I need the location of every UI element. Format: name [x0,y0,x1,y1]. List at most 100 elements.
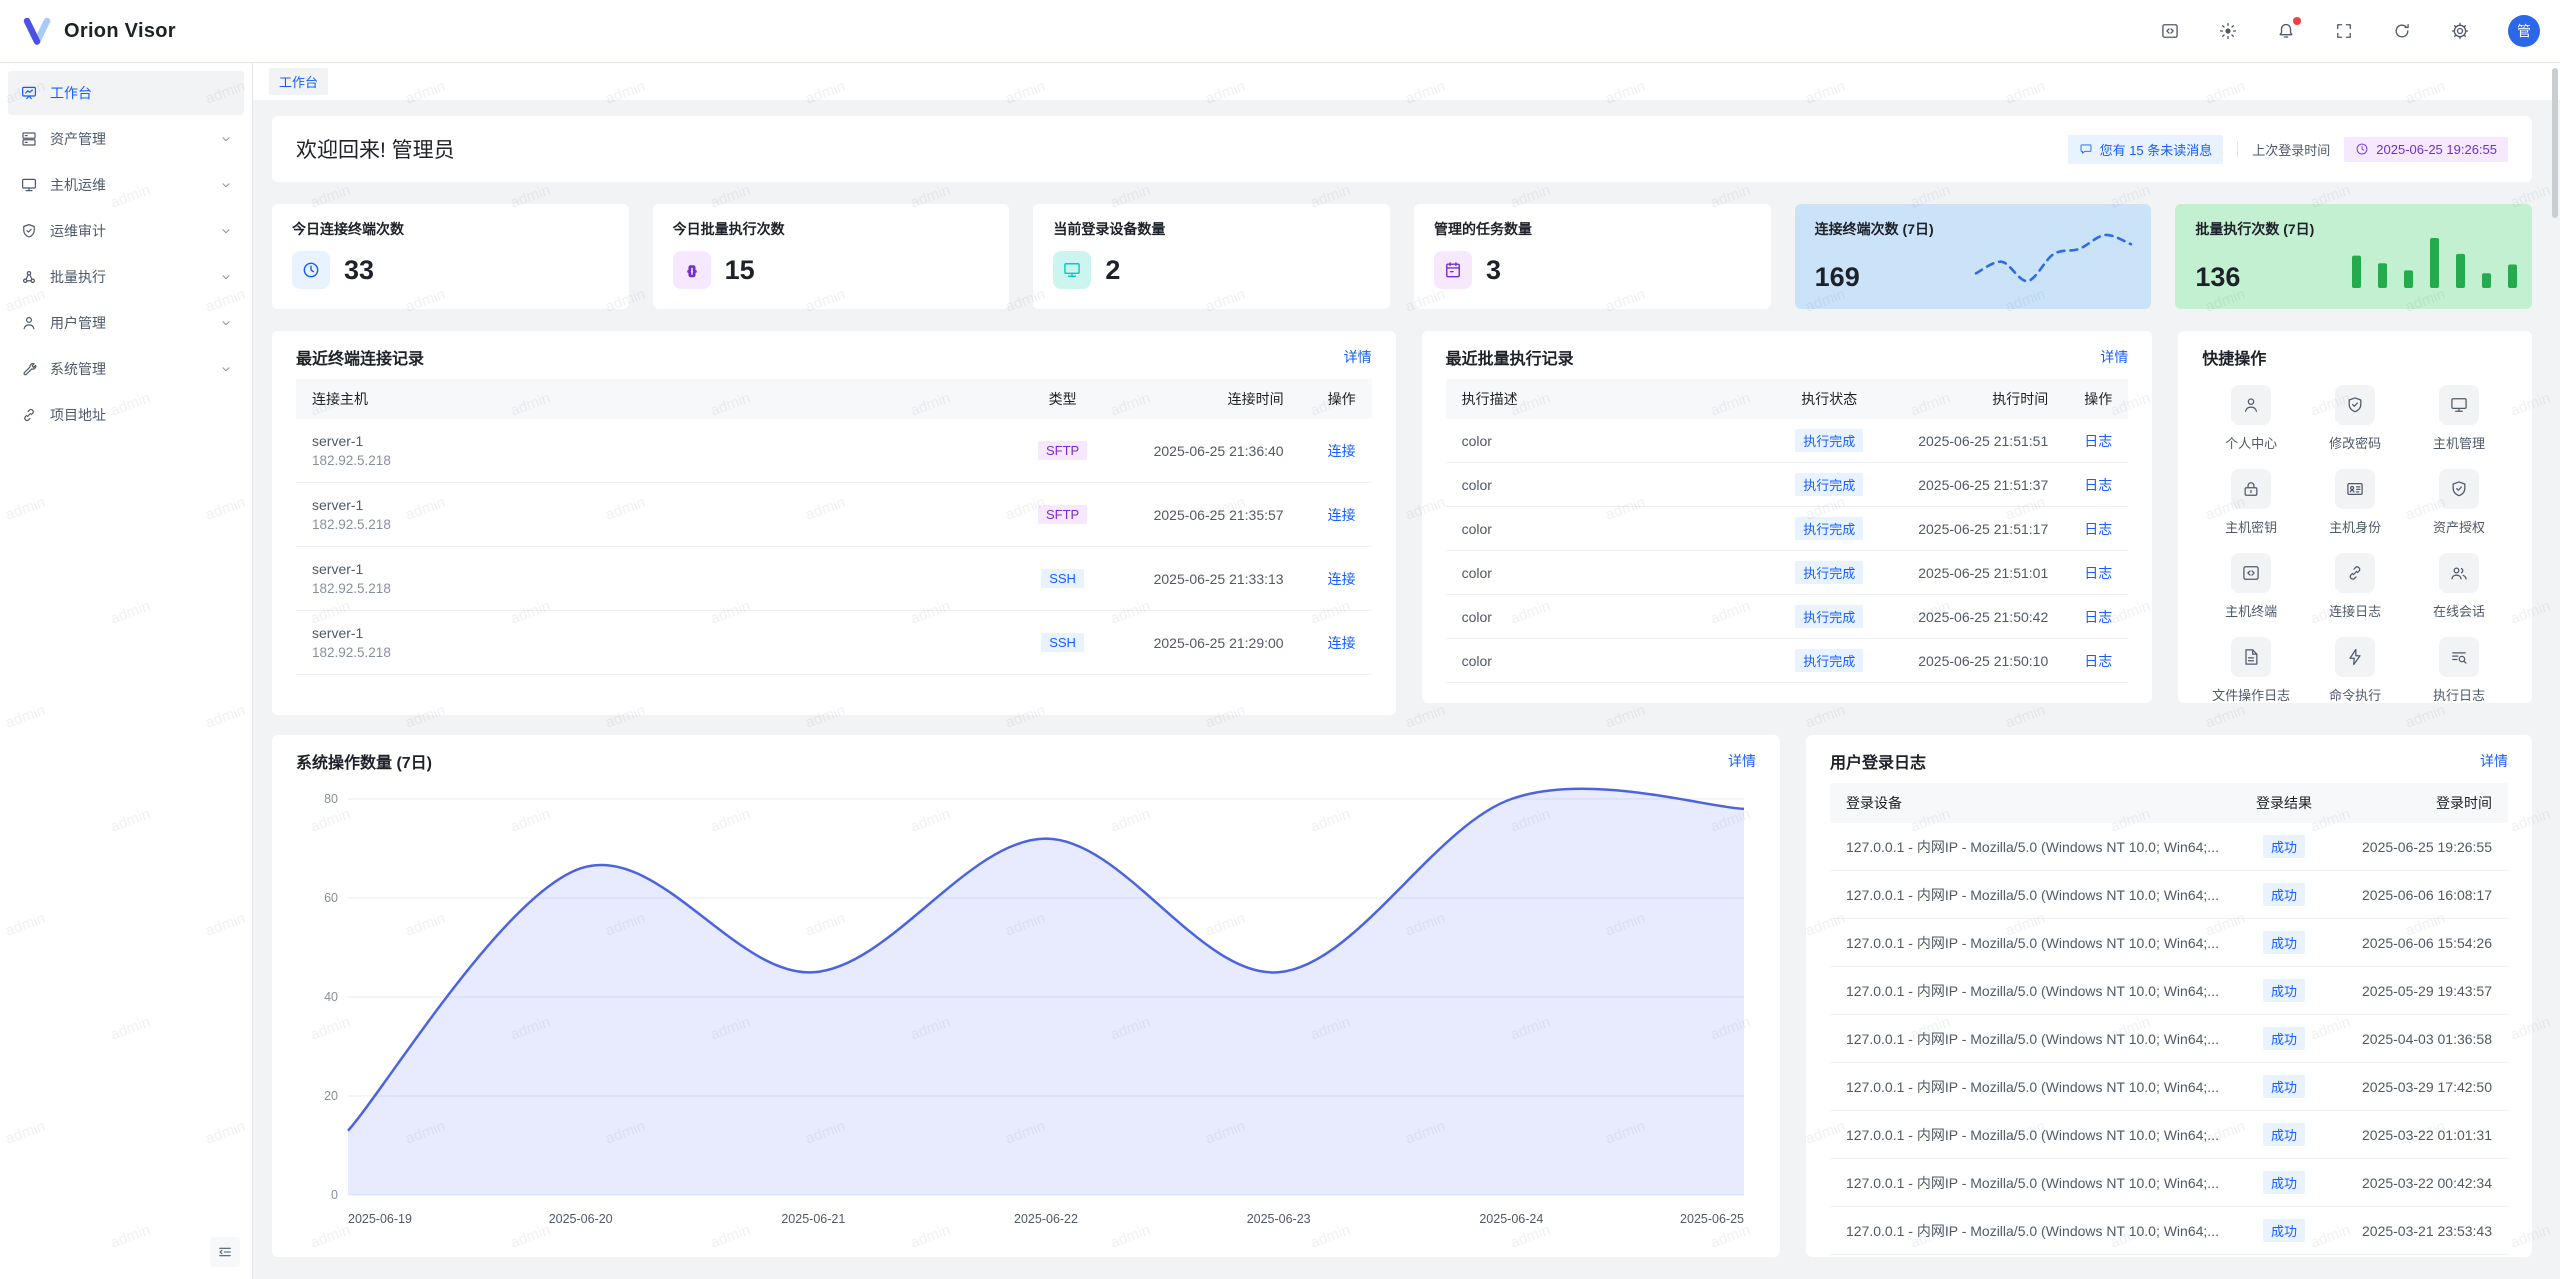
quick-action-asset-grant[interactable]: 资产授权 [2410,469,2508,536]
sidebar-item-label: 资产管理 [50,129,106,149]
exec-time: 2025-06-25 21:50:42 [1884,595,2064,639]
batch-table-row: color 执行完成 2025-06-25 21:51:51 日志 [1446,419,2129,463]
log-link[interactable]: 日志 [2084,609,2112,625]
log-link[interactable]: 日志 [2084,565,2112,581]
connect-link[interactable]: 连接 [1328,443,1356,459]
quick-action-exec-log[interactable]: 执行日志 [2410,637,2508,703]
sidebar-item-project-url[interactable]: 项目地址 [8,393,244,437]
spark-card-batch-7d: 批量执行次数 (7日) 136 [2175,204,2532,309]
column-header: 连接主机 [296,379,1021,419]
asset-icon [20,130,38,148]
log-link[interactable]: 日志 [2084,433,2112,449]
login-device: 127.0.0.1 - 内网IP - Mozilla/5.0 (Windows … [1830,967,2238,1015]
sidebar-collapse-button[interactable] [210,1237,240,1267]
settings-gear-icon[interactable] [2450,21,2470,41]
divider [2237,141,2238,157]
log-link[interactable]: 日志 [2084,477,2112,493]
content-area: 欢迎回来! 管理员 您有 15 条未读消息 上次登录时间 2025-06-25 … [253,100,2560,1279]
workbench-icon [20,84,38,102]
quick-action-online-session[interactable]: 在线会话 [2410,553,2508,620]
login-time: 2025-03-29 17:42:50 [2330,1063,2508,1111]
login-table-row: 127.0.0.1 - 内网IP - Mozilla/5.0 (Windows … [1830,1159,2508,1207]
refresh-icon[interactable] [2392,21,2412,41]
notification-bell-icon[interactable] [2276,21,2296,41]
sidebar-item-users[interactable]: 用户管理 [8,301,244,345]
fullscreen-icon[interactable] [2334,21,2354,41]
stat-value: 3 [1486,255,1501,286]
spark-card-terminal-7d: 连接终端次数 (7日) 169 [1795,204,2152,309]
api-code-icon[interactable] [2160,21,2180,41]
sidebar-item-label: 工作台 [50,83,92,103]
exec-time: 2025-06-25 21:50:10 [1884,639,2064,683]
svg-text:2025-06-19: 2025-06-19 [348,1212,412,1226]
breadcrumb[interactable]: 工作台 [269,68,328,95]
quick-action-host-manage[interactable]: 主机管理 [2410,385,2508,452]
connect-time: 2025-06-25 21:36:40 [1105,419,1300,483]
shield-check-icon [2335,385,2375,425]
panel-title: 最近终端连接记录 [296,345,424,369]
stat-value: 15 [725,255,755,286]
terminal-table: 连接主机 类型 连接时间 操作 server-1 [296,379,1372,675]
login-result-tag: 成功 [2263,1027,2305,1050]
theme-sun-icon[interactable] [2218,21,2238,41]
exec-time: 2025-06-25 21:51:17 [1884,507,2064,551]
login-table-row: 127.0.0.1 - 内网IP - Mozilla/5.0 (Windows … [1830,1063,2508,1111]
ops-chart-detail-link[interactable]: 详情 [1728,751,1756,771]
quick-action-host-key[interactable]: 主机密钥 [2202,469,2300,536]
quick-action-file-op-log[interactable]: 文件操作日志 [2202,637,2300,703]
quick-action-host-identity[interactable]: 主机身份 [2306,469,2404,536]
svg-text:2025-06-21: 2025-06-21 [781,1212,845,1226]
header-actions: 管 [2160,15,2540,47]
stat-value: 33 [344,255,374,286]
login-detail-link[interactable]: 详情 [2480,751,2508,771]
connect-link[interactable]: 连接 [1328,571,1356,587]
unread-messages-badge[interactable]: 您有 15 条未读消息 [2068,135,2224,164]
connect-link[interactable]: 连接 [1328,635,1356,651]
stat-card-login-devices: 当前登录设备数量 2 [1033,204,1390,309]
user-avatar[interactable]: 管 [2508,15,2540,47]
lock-icon [2231,469,2271,509]
login-result-tag: 成功 [2263,1123,2305,1146]
scrollbar-thumb[interactable] [2552,68,2558,218]
ops-area-chart: 0204060802025-06-192025-06-202025-06-212… [296,783,1756,1233]
terminal-table-row: server-1 182.92.5.218 SSH 2025-06-25 21:… [296,547,1372,611]
sidebar-item-assets[interactable]: 资产管理 [8,117,244,161]
column-header: 类型 [1021,379,1105,419]
terminal-spark-line [1971,230,2136,286]
login-time: 2025-05-29 19:43:57 [2330,967,2508,1015]
login-table-row: 127.0.0.1 - 内网IP - Mozilla/5.0 (Windows … [1830,967,2508,1015]
terminal-records-panel: 最近终端连接记录 详情 连接主机 类型 连接时间 操作 [272,331,1396,715]
quick-action-command-exec[interactable]: 命令执行 [2306,637,2404,703]
sidebar-item-label: 批量执行 [50,267,106,287]
exec-time: 2025-06-25 21:51:01 [1884,551,2064,595]
host-ip: 182.92.5.218 [312,451,1005,470]
sidebar-item-batch-exec[interactable]: 批量执行 [8,255,244,299]
connect-link[interactable]: 连接 [1328,507,1356,523]
sidebar-item-host-ops[interactable]: 主机运维 [8,163,244,207]
login-table-row: 127.0.0.1 - 内网IP - Mozilla/5.0 (Windows … [1830,1207,2508,1255]
quick-action-connect-log[interactable]: 连接日志 [2306,553,2404,620]
host-name: server-1 [312,623,1005,643]
quick-action-host-terminal[interactable]: 主机终端 [2202,553,2300,620]
id-card-icon [2335,469,2375,509]
exec-time: 2025-06-25 21:51:37 [1884,463,2064,507]
exec-time: 2025-06-25 21:51:51 [1884,419,2064,463]
svg-text:{}: {} [687,265,696,277]
monitor-icon [2439,385,2479,425]
batch-detail-link[interactable]: 详情 [2100,347,2128,367]
login-device: 127.0.0.1 - 内网IP - Mozilla/5.0 (Windows … [1830,823,2238,871]
panel-title: 快捷操作 [2202,345,2266,369]
log-link[interactable]: 日志 [2084,521,2112,537]
exec-description: color [1446,507,1775,551]
terminal-detail-link[interactable]: 详情 [1344,347,1372,367]
exec-status-tag: 执行完成 [1795,649,1863,672]
chevron-down-icon [220,271,232,283]
braces-icon: {} [673,251,711,289]
sidebar-item-workbench[interactable]: 工作台 [8,71,244,115]
log-link[interactable]: 日志 [2084,653,2112,669]
sidebar-item-system[interactable]: 系统管理 [8,347,244,391]
batch-table-row: color 执行完成 2025-06-25 21:50:10 日志 [1446,639,2129,683]
sidebar-item-audit[interactable]: 运维审计 [8,209,244,253]
quick-action-profile[interactable]: 个人中心 [2202,385,2300,452]
quick-action-change-password[interactable]: 修改密码 [2306,385,2404,452]
